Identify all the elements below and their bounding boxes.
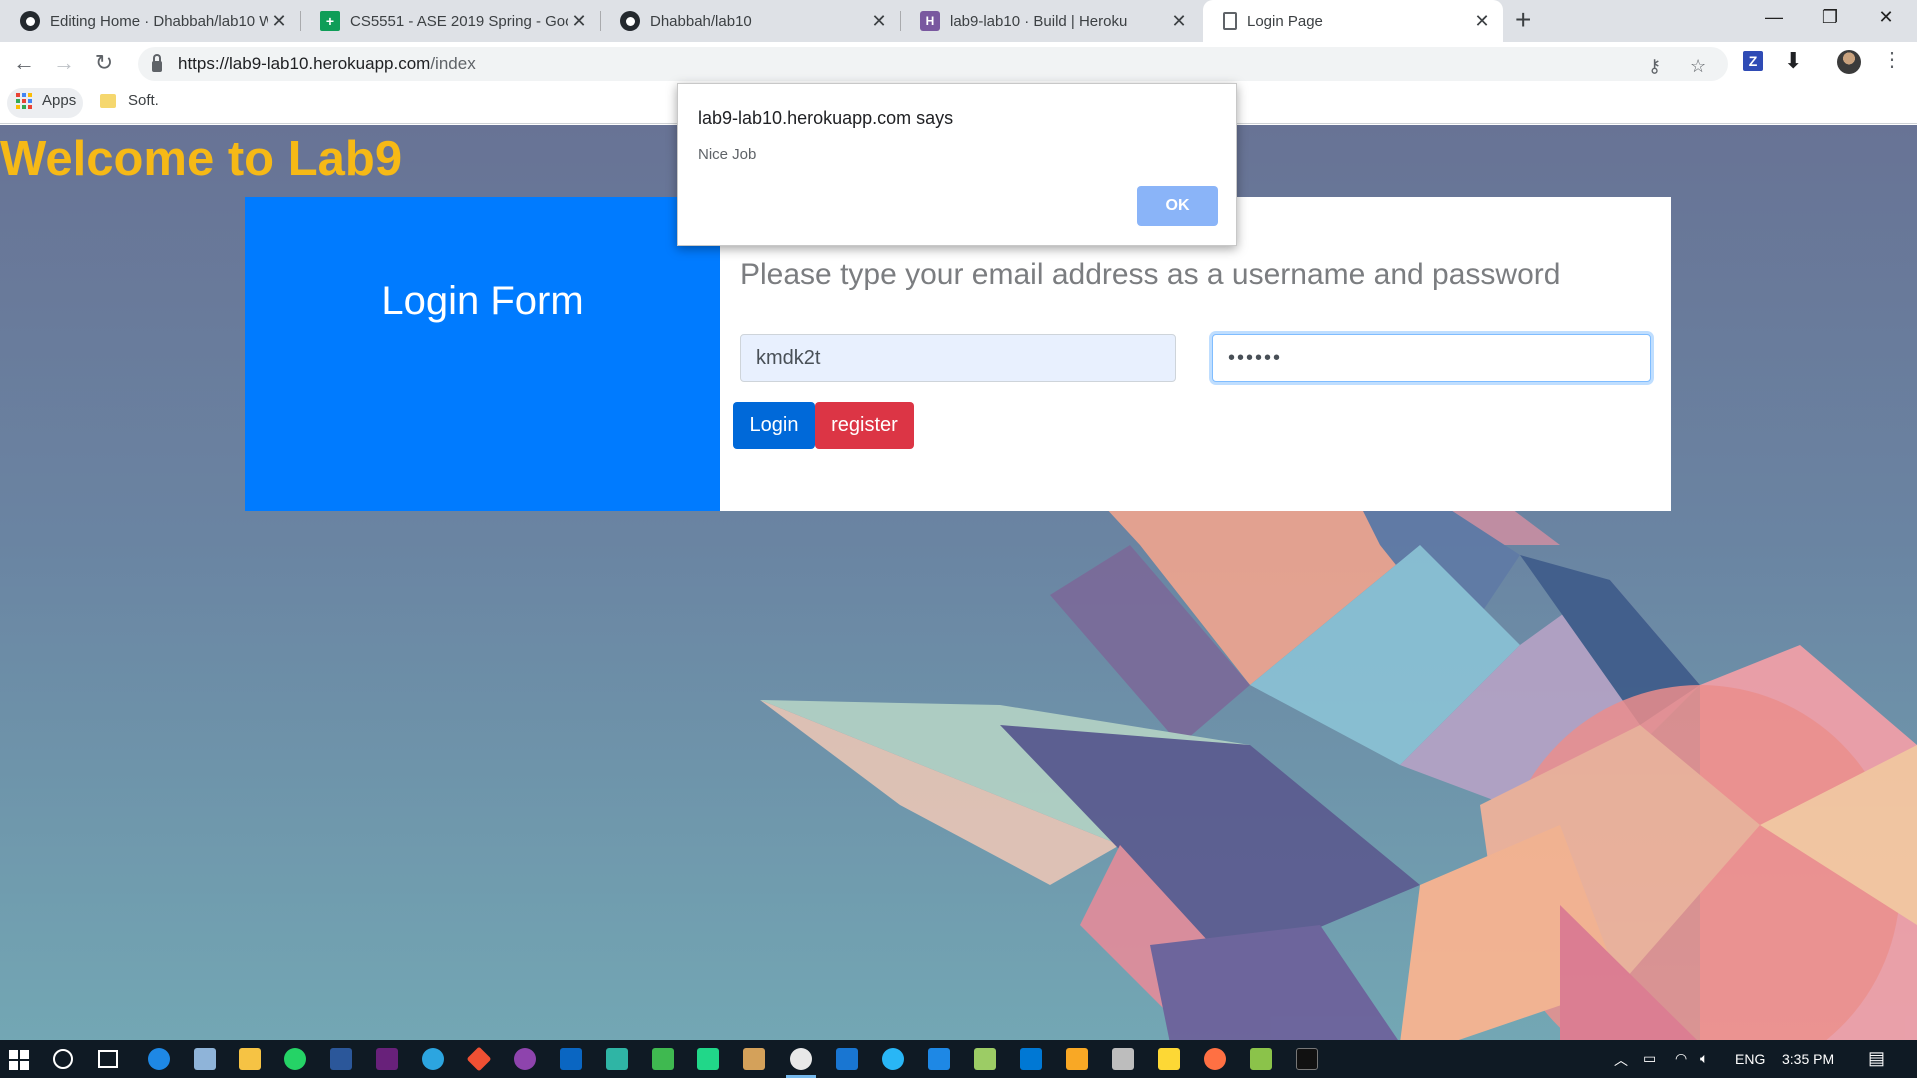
chevron-up-icon[interactable]: ︿ <box>1614 1050 1628 1070</box>
login-form-title: Login Form <box>381 279 584 323</box>
dialog-title: lab9-lab10.herokuapp.com says <box>698 108 954 128</box>
close-icon[interactable]: ✕ <box>1168 11 1190 32</box>
vscode-icon[interactable] <box>1020 1048 1042 1070</box>
close-icon[interactable]: ✕ <box>1471 11 1493 32</box>
web-page: Welcome to Lab9 Login Form Please type y… <box>0 125 1917 1043</box>
bookmark-label: Soft. <box>128 92 159 109</box>
language-indicator[interactable]: ENG <box>1735 1051 1765 1067</box>
bookmark-label: Apps <box>42 92 77 109</box>
wifi-icon[interactable]: ◠ <box>1675 1050 1687 1067</box>
tab-heroku-build[interactable]: H lab9-lab10 · Build | Heroku ✕ <box>900 0 1200 42</box>
bookmark-soft-folder[interactable]: Soft. <box>100 92 159 109</box>
git-icon[interactable] <box>466 1046 492 1072</box>
url-path: /index <box>430 54 476 73</box>
ok-button[interactable]: OK <box>1137 186 1218 226</box>
tab-editing-home[interactable]: Editing Home · Dhabbah/lab10 W ✕ <box>0 0 300 42</box>
tab-title: CS5551 - ASE 2019 Spring - Goo <box>350 12 568 30</box>
welcome-heading: Welcome to Lab9 <box>0 132 403 186</box>
notifications-icon[interactable]: ▤ <box>1868 1048 1885 1069</box>
login-prompt-text: Please type your email address as a user… <box>740 258 1561 291</box>
sticky-notes-icon[interactable] <box>1158 1048 1180 1070</box>
login-button[interactable]: Login <box>733 402 815 449</box>
url-text[interactable]: https://lab9-lab10.herokuapp.com/index <box>178 54 476 74</box>
tab-title: lab9-lab10 · Build | Heroku <box>950 12 1128 30</box>
restore-button[interactable]: ❐ <box>1802 0 1858 34</box>
app-icon[interactable] <box>743 1048 765 1070</box>
profile-avatar[interactable] <box>1837 50 1861 74</box>
battery-icon[interactable]: ▭ <box>1643 1050 1656 1067</box>
chrome-icon[interactable] <box>790 1048 812 1070</box>
minimize-button[interactable]: — <box>1746 0 1802 34</box>
tab-title: Login Page <box>1247 12 1323 30</box>
telegram-icon[interactable] <box>422 1048 444 1070</box>
lock-icon[interactable] <box>152 53 162 72</box>
app-icon[interactable] <box>836 1048 858 1070</box>
word-icon[interactable] <box>330 1048 352 1070</box>
close-icon[interactable]: ✕ <box>868 11 890 32</box>
window-close-button[interactable]: ✕ <box>1858 0 1914 34</box>
edge-icon[interactable] <box>148 1048 170 1070</box>
register-button[interactable]: register <box>815 402 914 449</box>
browser-toolbar: ← → ↻ https://lab9-lab10.herokuapp.com/i… <box>0 42 1917 84</box>
page-icon <box>1223 12 1237 30</box>
github-icon <box>20 11 40 31</box>
tab-strip: Editing Home · Dhabbah/lab10 W ✕ + CS555… <box>0 0 1917 42</box>
download-icon[interactable]: ⬇ <box>1784 48 1802 74</box>
new-tab-button[interactable]: + <box>1515 4 1531 36</box>
windows-start-icon[interactable] <box>9 1050 29 1070</box>
tab-cs5551[interactable]: + CS5551 - ASE 2019 Spring - Goo ✕ <box>300 0 600 42</box>
visual-studio-icon[interactable] <box>376 1048 398 1070</box>
file-explorer-icon[interactable] <box>239 1048 261 1070</box>
app-icon[interactable] <box>652 1048 674 1070</box>
password-input[interactable] <box>1212 334 1651 382</box>
star-icon[interactable]: ☆ <box>1690 56 1706 77</box>
app-icon[interactable] <box>1066 1048 1088 1070</box>
menu-icon[interactable]: ⋮ <box>1882 47 1902 72</box>
app-icon[interactable] <box>1204 1048 1226 1070</box>
cortana-search-icon[interactable] <box>53 1049 73 1069</box>
app-icon[interactable] <box>1250 1048 1272 1070</box>
clock[interactable]: 3:35 PM <box>1782 1051 1834 1067</box>
username-input[interactable] <box>740 334 1176 382</box>
app-icon[interactable] <box>514 1048 536 1070</box>
pycharm-icon[interactable] <box>697 1048 719 1070</box>
app-icon[interactable] <box>882 1048 904 1070</box>
app-icon[interactable] <box>1112 1048 1134 1070</box>
tab-title: Editing Home · Dhabbah/lab10 W <box>50 12 268 30</box>
folder-icon <box>100 93 116 108</box>
reload-icon[interactable]: ↻ <box>92 51 116 75</box>
terminal-icon[interactable] <box>1296 1048 1318 1070</box>
app-icon[interactable] <box>560 1048 582 1070</box>
close-icon[interactable]: ✕ <box>568 11 590 32</box>
app-icon[interactable] <box>928 1048 950 1070</box>
github-icon <box>620 11 640 31</box>
forward-arrow-icon[interactable]: → <box>52 51 76 75</box>
tab-login-page[interactable]: Login Page ✕ <box>1203 0 1503 42</box>
apps-grid-icon <box>16 92 32 109</box>
alert-dialog: lab9-lab10.herokuapp.com says Nice Job O… <box>677 83 1237 246</box>
dialog-message: Nice Job <box>698 146 757 163</box>
whatsapp-icon[interactable] <box>284 1048 306 1070</box>
url-host: https://lab9-lab10.herokuapp.com <box>178 54 431 73</box>
volume-icon[interactable]: 🔈︎ <box>1700 1050 1708 1067</box>
bookmark-apps[interactable]: Apps <box>16 92 76 109</box>
heroku-icon: H <box>920 11 940 31</box>
app-icon[interactable] <box>974 1048 996 1070</box>
windows-taskbar: ︿ ▭ ◠ 🔈︎ ENG 3:35 PM ▤ <box>0 1040 1917 1078</box>
back-arrow-icon[interactable]: ← <box>12 51 36 75</box>
close-icon[interactable]: ✕ <box>268 11 290 32</box>
sheets-icon: + <box>320 11 340 31</box>
key-icon[interactable]: ⚷ <box>1648 56 1661 77</box>
task-view-icon[interactable] <box>98 1050 118 1068</box>
login-form-panel: Login Form <box>245 197 720 511</box>
zotero-extension-icon[interactable]: Z <box>1743 51 1763 71</box>
webstorm-icon[interactable] <box>606 1048 628 1070</box>
app-icon[interactable] <box>194 1048 216 1070</box>
tab-title: Dhabbah/lab10 <box>650 12 752 30</box>
address-bar[interactable]: https://lab9-lab10.herokuapp.com/index ⚷… <box>138 47 1728 81</box>
tab-dhabbah-lab10[interactable]: Dhabbah/lab10 ✕ <box>600 0 900 42</box>
